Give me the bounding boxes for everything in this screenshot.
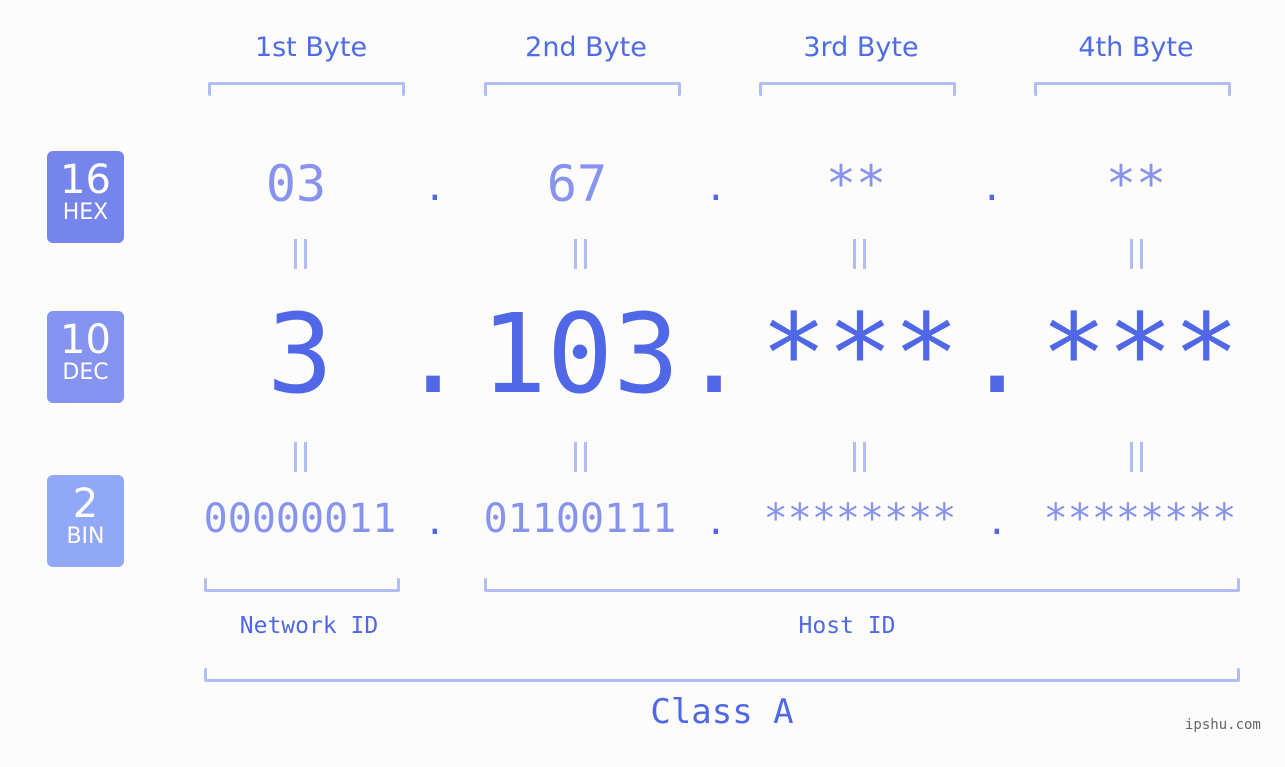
dec-badge: 10 DEC <box>47 311 124 403</box>
watermark: ipshu.com <box>1185 717 1261 733</box>
byte-bracket-1 <box>208 82 405 96</box>
equals-sign <box>560 238 600 278</box>
network-id-label: Network ID <box>239 613 379 639</box>
byte-bracket-2 <box>484 82 681 96</box>
byte-header-2: 2nd Byte <box>525 32 647 63</box>
bin-badge-number: 2 <box>72 481 99 527</box>
equals-sign <box>280 441 320 481</box>
class-label: Class A <box>650 692 794 732</box>
dec-badge-label: DEC <box>62 360 109 385</box>
dec-separator-3: . <box>964 290 1031 418</box>
hex-byte-3: ** <box>825 155 887 213</box>
class-bracket <box>204 668 1240 682</box>
hex-badge-label: HEX <box>62 200 109 225</box>
byte-bracket-4 <box>1034 82 1231 96</box>
network-id-bracket <box>204 578 400 592</box>
bin-byte-2: 01100111 <box>483 496 677 542</box>
byte-header-4: 4th Byte <box>1078 32 1194 63</box>
equals-sign <box>1116 238 1156 278</box>
equals-sign <box>1116 441 1156 481</box>
hex-byte-2: 67 <box>546 155 608 213</box>
bin-separator-1: . <box>424 502 446 543</box>
hex-byte-4: ** <box>1105 155 1167 213</box>
hex-separator-2: . <box>705 168 727 209</box>
host-id-label: Host ID <box>798 613 896 639</box>
bin-separator-2: . <box>705 502 727 543</box>
bin-separator-3: . <box>986 502 1008 543</box>
dec-separator-2: . <box>681 290 748 418</box>
dec-byte-2: 103 <box>480 290 680 418</box>
bin-byte-1: 00000011 <box>203 496 397 542</box>
bin-byte-3: ******** <box>763 496 957 542</box>
bin-badge: 2 BIN <box>47 475 124 567</box>
equals-sign <box>560 441 600 481</box>
dec-byte-4: *** <box>1040 290 1240 418</box>
dec-byte-3: *** <box>760 290 960 418</box>
dec-byte-1: 3 <box>266 290 334 418</box>
host-id-bracket <box>484 578 1240 592</box>
hex-badge-number: 16 <box>60 157 111 203</box>
dec-badge-number: 10 <box>60 317 111 363</box>
hex-separator-1: . <box>424 168 446 209</box>
byte-bracket-3 <box>759 82 956 96</box>
byte-header-1: 1st Byte <box>254 32 368 63</box>
hex-byte-1: 03 <box>265 155 327 213</box>
equals-sign <box>839 238 879 278</box>
dec-separator-1: . <box>400 290 467 418</box>
equals-sign <box>280 238 320 278</box>
bin-byte-4: ******** <box>1043 496 1237 542</box>
hex-separator-3: . <box>981 168 1003 209</box>
bin-badge-label: BIN <box>66 524 105 549</box>
hex-badge: 16 HEX <box>47 151 124 243</box>
equals-sign <box>839 441 879 481</box>
byte-header-3: 3rd Byte <box>803 32 919 63</box>
